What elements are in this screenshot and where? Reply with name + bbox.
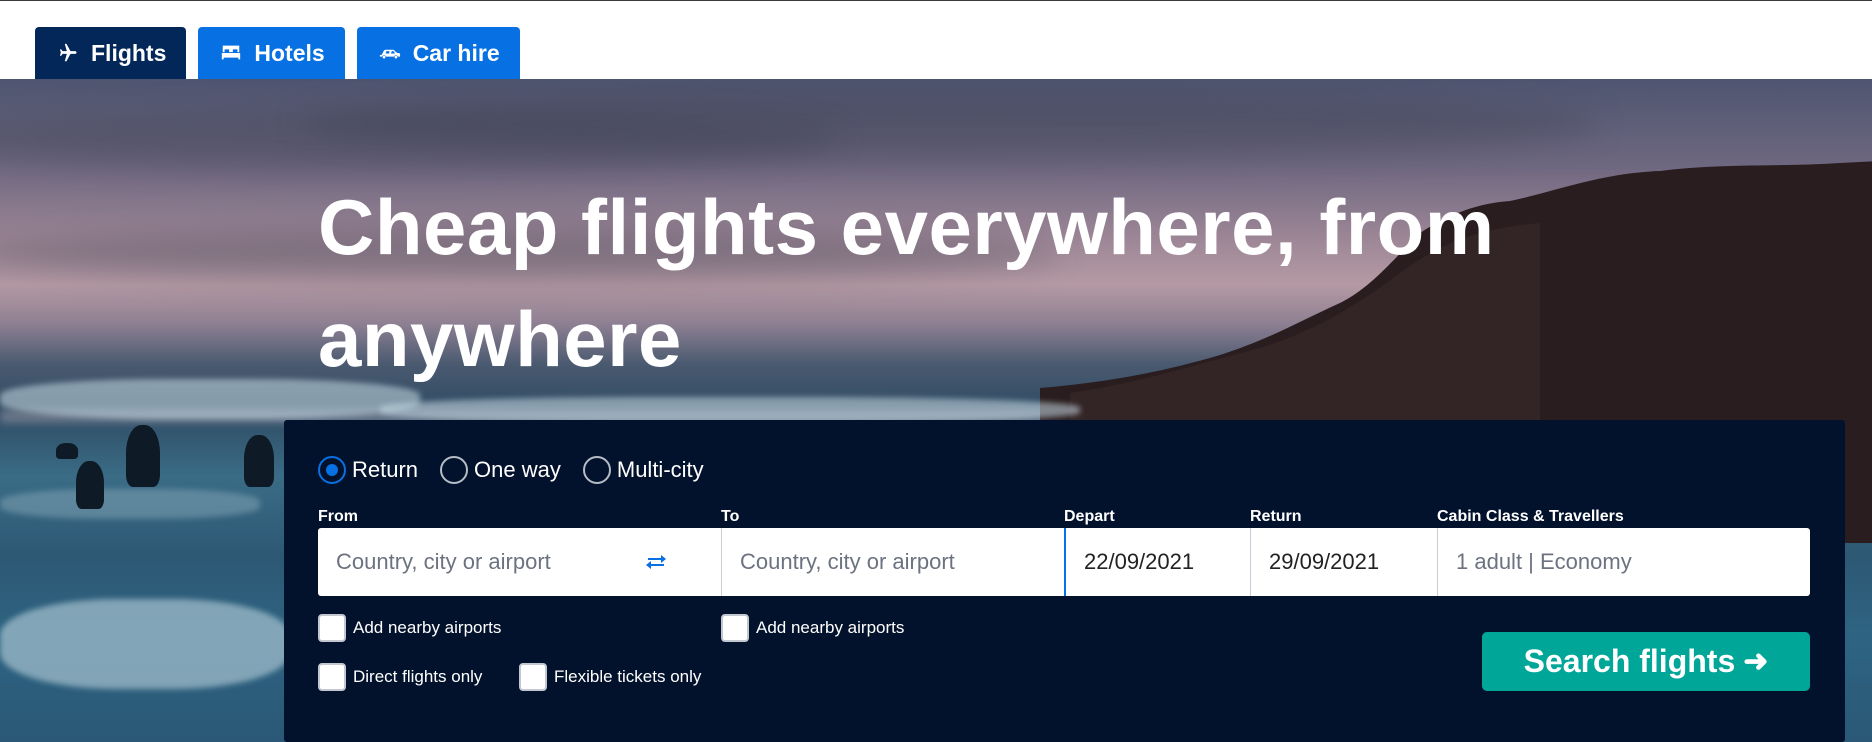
- product-tabs: Flights Hotels Car hire: [35, 27, 532, 79]
- radio-button[interactable]: [582, 456, 611, 484]
- checkbox[interactable]: [318, 663, 346, 691]
- checkbox-label: Flexible tickets only: [554, 667, 702, 686]
- checkbox[interactable]: [721, 614, 749, 642]
- checkbox[interactable]: [318, 614, 346, 642]
- checkbox-label: Add nearby airports: [353, 618, 502, 637]
- from-label: From: [318, 508, 358, 525]
- flexible-tickets-option[interactable]: Flexible tickets only: [519, 663, 701, 691]
- tab-hotels[interactable]: Hotels: [198, 27, 345, 79]
- cabin-travellers-label: Cabin Class & Travellers: [1437, 508, 1624, 525]
- arrow-right-icon: ➜: [1743, 645, 1769, 678]
- cabin-travellers-field[interactable]: 1 adult | Economy: [1437, 528, 1810, 596]
- swap-arrows-icon[interactable]: [644, 552, 668, 572]
- radio-label: Return: [352, 457, 419, 482]
- trip-type-return[interactable]: Return: [318, 456, 418, 484]
- nearby-from-option[interactable]: Add nearby airports: [318, 614, 501, 642]
- trip-type-multi-city[interactable]: Multi-city: [582, 456, 704, 484]
- return-label: Return: [1250, 508, 1302, 525]
- airplane-icon: [55, 42, 81, 64]
- bed-icon: [218, 42, 244, 64]
- tab-car-hire[interactable]: Car hire: [356, 27, 520, 79]
- tab-label: Hotels: [254, 39, 325, 66]
- to-field[interactable]: [721, 528, 1064, 596]
- radio-button[interactable]: [318, 456, 346, 484]
- radio-button[interactable]: [440, 456, 469, 484]
- trip-type-selector: Return One way Multi-city: [318, 456, 726, 484]
- car-icon: [377, 42, 403, 64]
- return-date-field[interactable]: 29/09/2021: [1250, 528, 1437, 596]
- wave-foam: [0, 599, 290, 689]
- flight-search-panel: Return One way Multi-city From To Depart…: [284, 420, 1845, 742]
- direct-flights-option[interactable]: Direct flights only: [318, 663, 482, 691]
- return-date-value: 29/09/2021: [1269, 549, 1380, 574]
- radio-label: Multi-city: [616, 457, 704, 482]
- to-label: To: [721, 508, 740, 525]
- swimmer-silhouette: [244, 435, 274, 487]
- swimmer-silhouette: [56, 443, 78, 459]
- search-flights-button[interactable]: Search flights ➜: [1482, 632, 1810, 691]
- swimmer-silhouette: [76, 461, 104, 509]
- tab-flights[interactable]: Flights: [35, 27, 187, 79]
- hero-headline: Cheap flights everywhere, from anywhere: [318, 183, 1495, 383]
- checkbox-label: Add nearby airports: [756, 618, 905, 637]
- search-button-label: Search flights: [1523, 643, 1736, 679]
- trip-type-one-way[interactable]: One way: [440, 456, 561, 484]
- to-input[interactable]: [740, 549, 1064, 575]
- tab-label: Car hire: [412, 39, 500, 66]
- depart-date-field[interactable]: 22/09/2021: [1064, 528, 1250, 596]
- wave-foam: [0, 489, 260, 519]
- tab-label: Flights: [91, 39, 167, 66]
- checkbox-label: Direct flights only: [353, 667, 483, 686]
- cabin-travellers-value: 1 adult | Economy: [1456, 549, 1632, 574]
- swimmer-silhouette: [126, 425, 160, 487]
- radio-label: One way: [474, 457, 561, 482]
- depart-label: Depart: [1064, 508, 1115, 525]
- depart-date-value: 22/09/2021: [1084, 549, 1195, 574]
- checkbox[interactable]: [519, 663, 547, 691]
- top-border: [0, 0, 1872, 1]
- nearby-to-option[interactable]: Add nearby airports: [721, 614, 904, 642]
